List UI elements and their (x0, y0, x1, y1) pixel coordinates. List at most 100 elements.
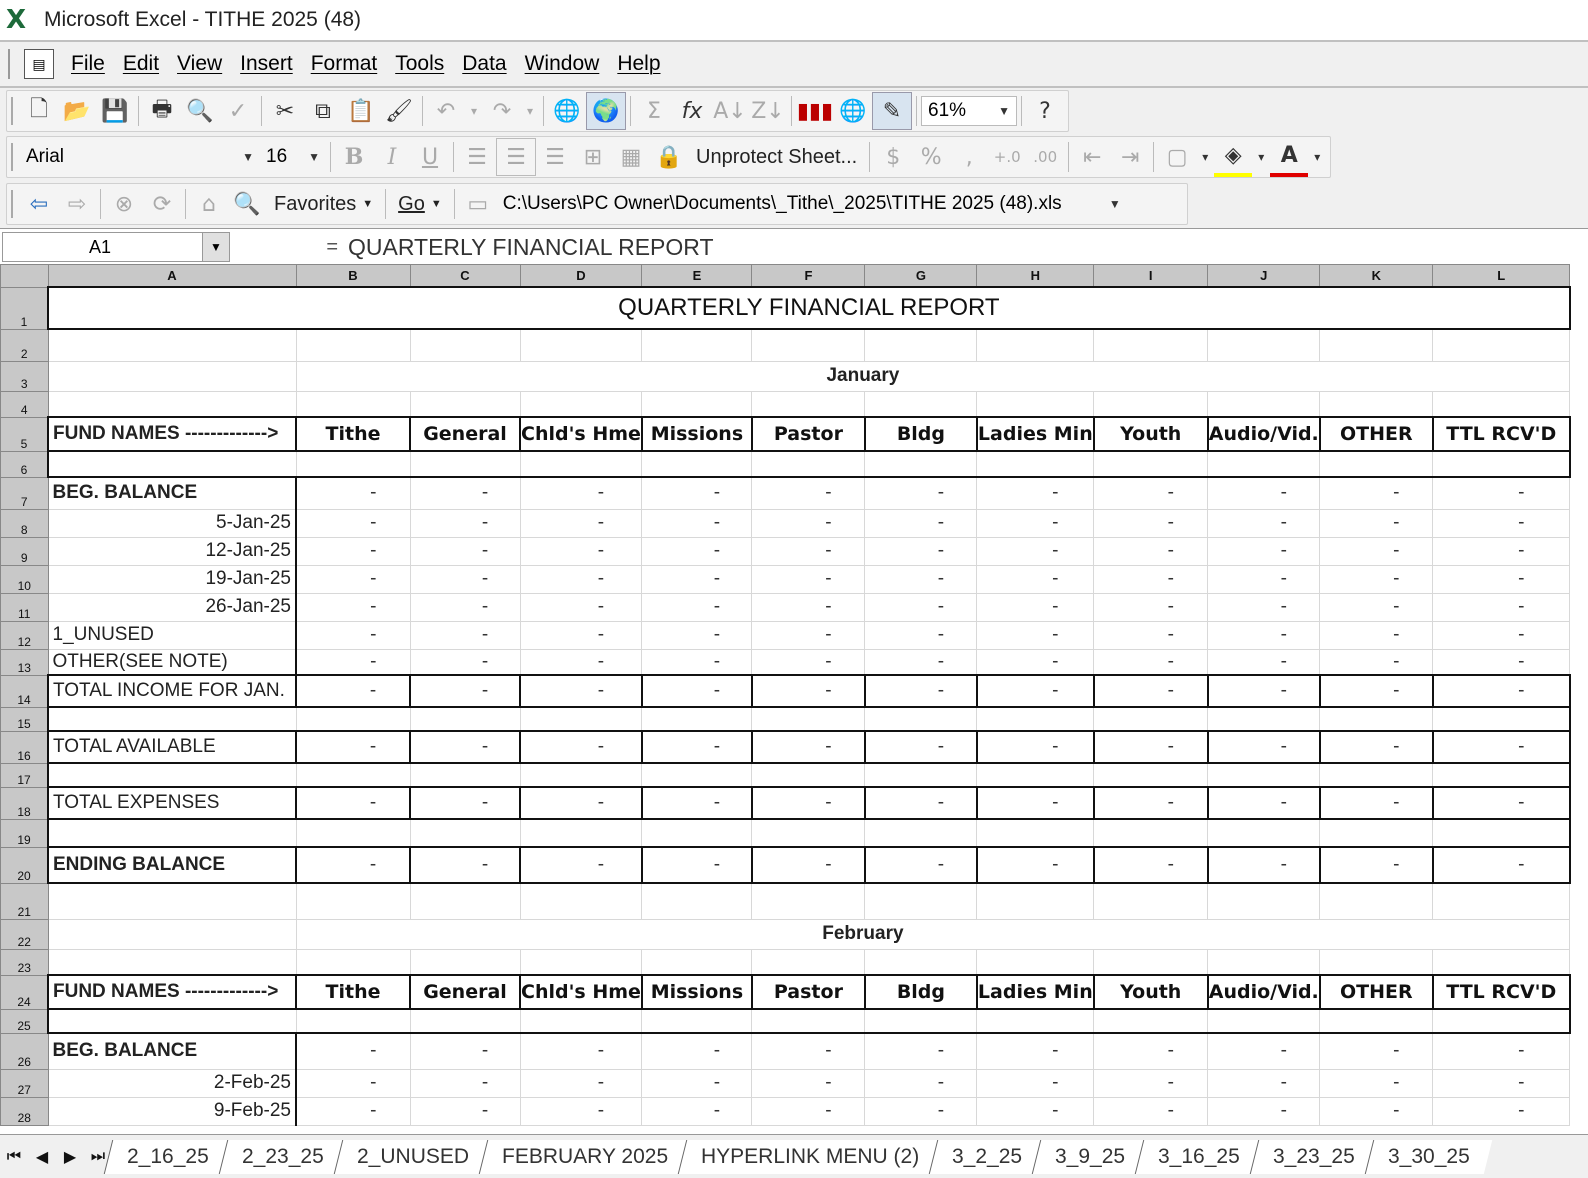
row-header[interactable]: 8 (0, 508, 49, 538)
sheet-tab[interactable]: 3_30_25 (1364, 1139, 1492, 1174)
value-cell[interactable]: - (641, 621, 753, 650)
sheet-tab[interactable]: FEBRUARY 2025 (478, 1139, 690, 1174)
cell[interactable] (864, 1009, 978, 1034)
sheet-tab[interactable]: 2_23_25 (218, 1139, 346, 1174)
sheet-tab[interactable]: 2_UNUSED (333, 1139, 491, 1174)
value-cell[interactable]: - (1093, 593, 1209, 622)
cell[interactable] (1207, 1009, 1321, 1034)
cell[interactable] (1432, 706, 1571, 732)
sheet-tab[interactable]: HYPERLINK MENU (2) (677, 1139, 942, 1174)
row-header[interactable]: 3 (0, 360, 49, 392)
font-color-icon[interactable]: A (1270, 137, 1309, 177)
menu-format[interactable]: Format (302, 52, 387, 76)
value-cell[interactable]: - (520, 1097, 643, 1126)
value-cell[interactable]: - (976, 509, 1095, 538)
cell[interactable] (48, 949, 297, 976)
decrease-indent-icon[interactable]: ⇤ (1073, 139, 1111, 175)
report-title[interactable]: QUARTERLY FINANCIAL REPORT (47, 286, 1571, 330)
value-cell[interactable]: - (1319, 1069, 1434, 1098)
value-cell[interactable]: - (410, 537, 521, 566)
sheet-tab[interactable]: 3_16_25 (1134, 1139, 1263, 1174)
cell[interactable] (1207, 391, 1321, 418)
search-web-icon[interactable]: 🔍 (228, 186, 266, 222)
value-cell[interactable]: - (864, 1033, 978, 1070)
value-cell[interactable]: - (1093, 477, 1209, 510)
value-cell[interactable]: - (641, 537, 753, 566)
value-cell[interactable]: - (864, 1069, 978, 1098)
value-cell[interactable]: - (1093, 674, 1209, 708)
value-cell[interactable]: - (1432, 730, 1571, 764)
value-cell[interactable]: - (1319, 786, 1434, 820)
menu-tools[interactable]: Tools (386, 52, 453, 76)
cell[interactable] (641, 818, 753, 848)
value-cell[interactable]: - (751, 621, 866, 650)
chevron-down-icon[interactable]: ▾ (1308, 139, 1326, 175)
value-cell[interactable]: - (1432, 1069, 1571, 1098)
value-cell[interactable]: - (751, 730, 866, 764)
value-cell[interactable]: - (1093, 1097, 1209, 1126)
column-header[interactable]: H (976, 264, 1095, 288)
cell[interactable] (47, 706, 297, 732)
cell[interactable] (864, 451, 978, 478)
value-cell[interactable]: - (410, 846, 521, 884)
cell[interactable] (1093, 706, 1209, 732)
cell[interactable] (641, 762, 753, 788)
value-cell[interactable]: - (641, 593, 753, 622)
value-cell[interactable]: - (1319, 537, 1434, 566)
value-cell[interactable]: - (751, 674, 866, 708)
cell[interactable] (296, 329, 411, 362)
value-cell[interactable]: - (520, 621, 643, 650)
cell[interactable] (1319, 883, 1434, 920)
cell[interactable] (1432, 883, 1571, 920)
value-cell[interactable]: - (1432, 621, 1571, 650)
cell[interactable] (47, 818, 297, 848)
value-cell[interactable]: - (1319, 477, 1434, 510)
cell[interactable] (751, 391, 866, 418)
sort-descending-icon[interactable]: Z↓ (749, 93, 787, 129)
value-cell[interactable]: - (976, 674, 1095, 708)
cell[interactable] (751, 1009, 866, 1034)
cell[interactable] (296, 391, 411, 418)
value-cell[interactable]: - (296, 1097, 411, 1126)
favorites-button[interactable]: Favorites ▼ (266, 193, 381, 216)
value-cell[interactable]: - (296, 649, 411, 676)
fund-header[interactable]: TTL RCV'D (1432, 974, 1571, 1010)
cell[interactable] (1432, 818, 1571, 848)
cell[interactable] (976, 451, 1095, 478)
sheet-tab[interactable]: 3_9_25 (1031, 1139, 1148, 1174)
value-cell[interactable]: - (1093, 730, 1209, 764)
value-cell[interactable]: - (1432, 1033, 1571, 1070)
cell[interactable] (296, 762, 411, 788)
cell[interactable] (976, 762, 1095, 788)
value-cell[interactable]: - (1319, 509, 1434, 538)
row-header[interactable]: 24 (0, 974, 49, 1010)
value-cell[interactable]: - (864, 730, 978, 764)
cell[interactable] (48, 361, 297, 392)
cell[interactable] (410, 1009, 521, 1034)
bold-icon[interactable]: B (335, 139, 373, 175)
cell[interactable] (410, 329, 521, 362)
value-cell[interactable]: - (296, 477, 411, 510)
row-label[interactable]: 1_UNUSED (48, 621, 297, 650)
row-label[interactable]: OTHER(SEE NOTE) (48, 649, 297, 676)
forward-icon[interactable]: ⇨ (58, 186, 96, 222)
column-header[interactable]: E (641, 264, 753, 288)
drawing-icon[interactable]: ✎ (872, 92, 912, 130)
redo-dropdown-icon[interactable]: ▾ (521, 93, 539, 129)
cell[interactable] (751, 949, 866, 976)
prev-sheet-icon[interactable]: ◀ (28, 1142, 56, 1172)
value-cell[interactable]: - (410, 674, 521, 708)
cell[interactable] (1319, 706, 1434, 732)
fund-header[interactable]: Pastor (751, 416, 866, 452)
menu-edit[interactable]: Edit (114, 52, 168, 76)
align-left-icon[interactable]: ☰ (458, 139, 496, 175)
cell[interactable] (1319, 451, 1434, 478)
cell[interactable] (410, 818, 521, 848)
column-header[interactable]: J (1207, 264, 1321, 288)
fund-header[interactable]: Tithe (296, 974, 411, 1010)
value-cell[interactable]: - (751, 786, 866, 820)
fund-header[interactable]: Tithe (296, 416, 411, 452)
fund-header[interactable]: TTL RCV'D (1432, 416, 1571, 452)
fund-header[interactable]: Bldg (864, 416, 978, 452)
value-cell[interactable]: - (520, 649, 643, 676)
